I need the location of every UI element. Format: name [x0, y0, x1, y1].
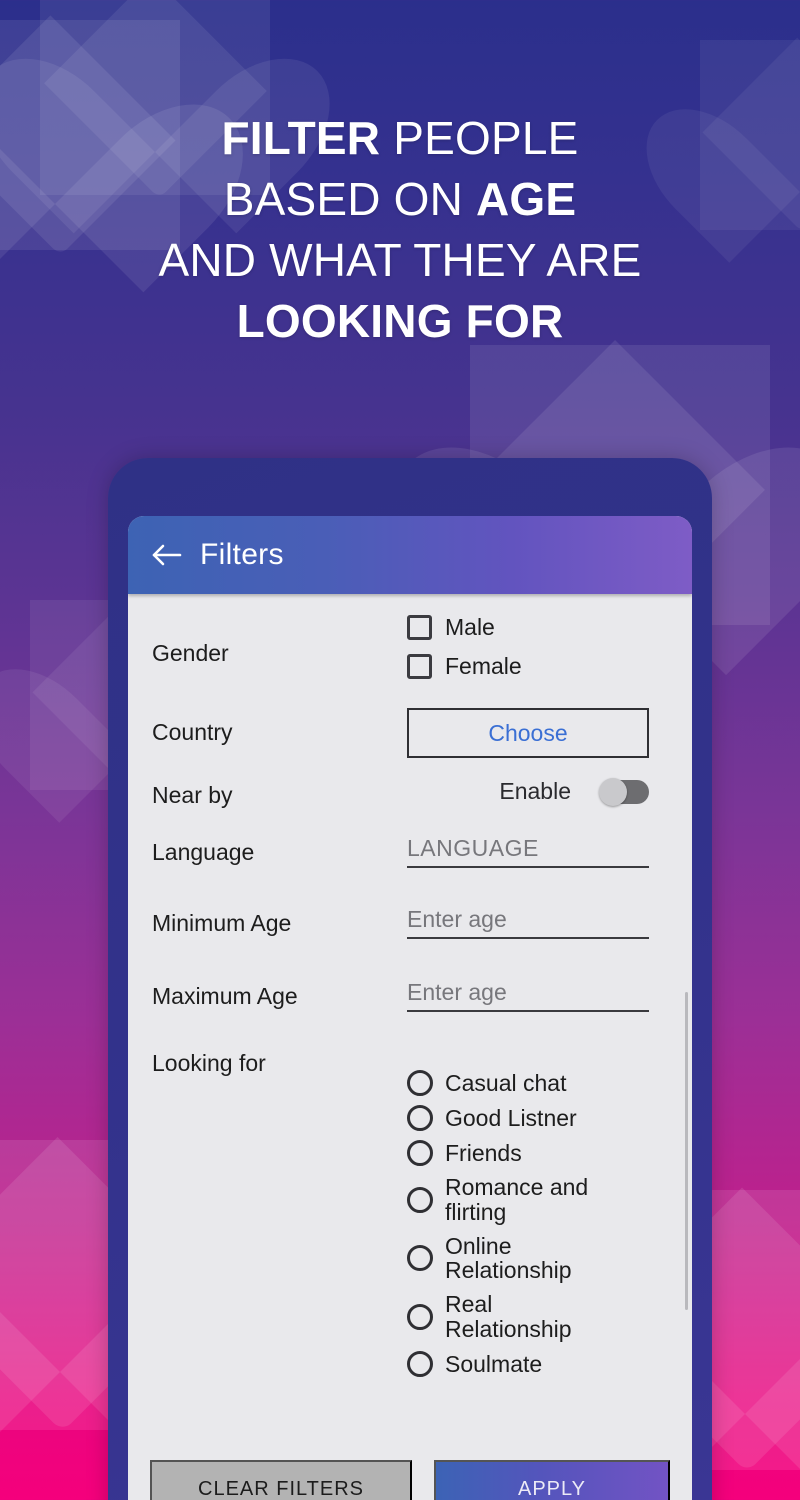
field-label-gender: Gender: [152, 640, 229, 666]
minimum-age-control: Enter age: [407, 906, 668, 939]
field-label-minimum-age: Minimum Age: [152, 910, 292, 936]
phone-mockup: Filters Gender Male Female Country Choos…: [108, 458, 712, 1500]
field-gender: Gender Male Female: [152, 614, 668, 692]
headline-line-2: BASED ON AGE: [0, 169, 800, 230]
radio-icon[interactable]: [407, 1304, 433, 1331]
radio-icon[interactable]: [407, 1350, 433, 1377]
minimum-age-input[interactable]: Enter age: [407, 906, 649, 939]
maximum-age-input[interactable]: Enter age: [407, 979, 649, 1012]
filters-form: Gender Male Female Country Choose Near b…: [128, 594, 692, 1386]
radio-label: Casual chat: [445, 1069, 567, 1096]
language-control: LANGUAGE: [407, 835, 668, 868]
radio-soulmate[interactable]: Soulmate: [407, 1350, 668, 1377]
clear-filters-button[interactable]: CLEAR FILTERS: [150, 1460, 412, 1500]
headline-emphasis: FILTER: [221, 112, 381, 164]
radio-label: Romance and flirting: [445, 1174, 589, 1225]
radio-icon[interactable]: [407, 1245, 433, 1272]
field-language: Language LANGUAGE: [152, 835, 668, 868]
field-label-looking-for: Looking for: [152, 1050, 266, 1076]
nearby-toggle[interactable]: [599, 778, 649, 806]
checkbox-icon[interactable]: [407, 615, 432, 640]
radio-casual-chat[interactable]: Casual chat: [407, 1070, 668, 1096]
vertical-scrollbar[interactable]: [685, 992, 688, 1310]
app-screen: Filters Gender Male Female Country Choos…: [128, 516, 692, 1500]
radio-romance-and-flirting[interactable]: Romance and flirting: [407, 1175, 668, 1225]
action-bar: CLEAR FILTERS APPLY: [128, 1460, 692, 1500]
page-title: Filters: [200, 538, 284, 571]
radio-label: Good Listner: [445, 1104, 577, 1131]
radio-online-relationship[interactable]: Online Relationship: [407, 1232, 668, 1284]
radio-label: Online Relationship: [445, 1232, 572, 1284]
radio-label: Soulmate: [445, 1350, 543, 1377]
field-label-language: Language: [152, 839, 255, 865]
headline-emphasis: AGE: [476, 172, 577, 225]
field-label-nearby: Near by: [152, 782, 233, 808]
field-minimum-age: Minimum Age Enter age: [152, 906, 668, 939]
radio-icon[interactable]: [407, 1140, 433, 1166]
headline-line-4: LOOKING FOR: [0, 291, 800, 352]
field-nearby: Near by Enable: [152, 778, 668, 809]
headline-line-3: AND WHAT THEY ARE: [0, 230, 800, 291]
headline-emphasis: LOOKING FOR: [236, 294, 564, 347]
headline-text: PEOPLE: [380, 112, 579, 164]
field-label-maximum-age: Maximum Age: [152, 983, 298, 1009]
checkbox-icon[interactable]: [407, 654, 432, 679]
field-country: Country Choose: [152, 708, 668, 758]
nearby-control: Enable: [407, 778, 668, 806]
checkbox-male[interactable]: Male: [407, 614, 668, 641]
headline-text: BASED ON: [223, 172, 476, 225]
maximum-age-control: Enter age: [407, 979, 668, 1012]
radio-icon[interactable]: [407, 1186, 433, 1213]
language-placeholder: LANGUAGE: [407, 835, 539, 861]
looking-for-options: Casual chat Good Listner Friends Romance…: [407, 1070, 668, 1386]
enable-label: Enable: [499, 778, 571, 804]
radio-label: Friends: [445, 1139, 522, 1166]
field-looking-for: Looking for Casual chat Good Listner Fri…: [152, 1046, 668, 1386]
radio-friends[interactable]: Friends: [407, 1140, 668, 1166]
checkbox-female[interactable]: Female: [407, 653, 668, 680]
field-label-country: Country: [152, 719, 233, 745]
headline-line-1: FILTER PEOPLE: [0, 108, 800, 169]
radio-label: Real Relationship: [445, 1291, 572, 1343]
checkbox-label: Female: [445, 653, 522, 679]
radio-good-listner[interactable]: Good Listner: [407, 1105, 668, 1131]
checkbox-label: Male: [445, 614, 495, 640]
promo-headline: FILTER PEOPLE BASED ON AGE AND WHAT THEY…: [0, 108, 800, 352]
radio-real-relationship[interactable]: Real Relationship: [407, 1292, 668, 1342]
radio-icon[interactable]: [407, 1105, 433, 1131]
apply-button[interactable]: APPLY: [434, 1460, 670, 1500]
gender-options: Male Female: [407, 614, 668, 692]
field-maximum-age: Maximum Age Enter age: [152, 979, 668, 1012]
app-bar: Filters: [128, 516, 692, 594]
minimum-age-placeholder: Enter age: [407, 906, 507, 932]
radio-icon[interactable]: [407, 1070, 433, 1096]
arrow-left-icon[interactable]: [150, 540, 184, 570]
language-input[interactable]: LANGUAGE: [407, 835, 649, 868]
country-control: Choose: [407, 708, 668, 758]
toggle-knob: [599, 778, 627, 806]
choose-country-button[interactable]: Choose: [407, 708, 649, 758]
maximum-age-placeholder: Enter age: [407, 979, 507, 1005]
headline-text: AND WHAT THEY ARE: [158, 233, 642, 286]
